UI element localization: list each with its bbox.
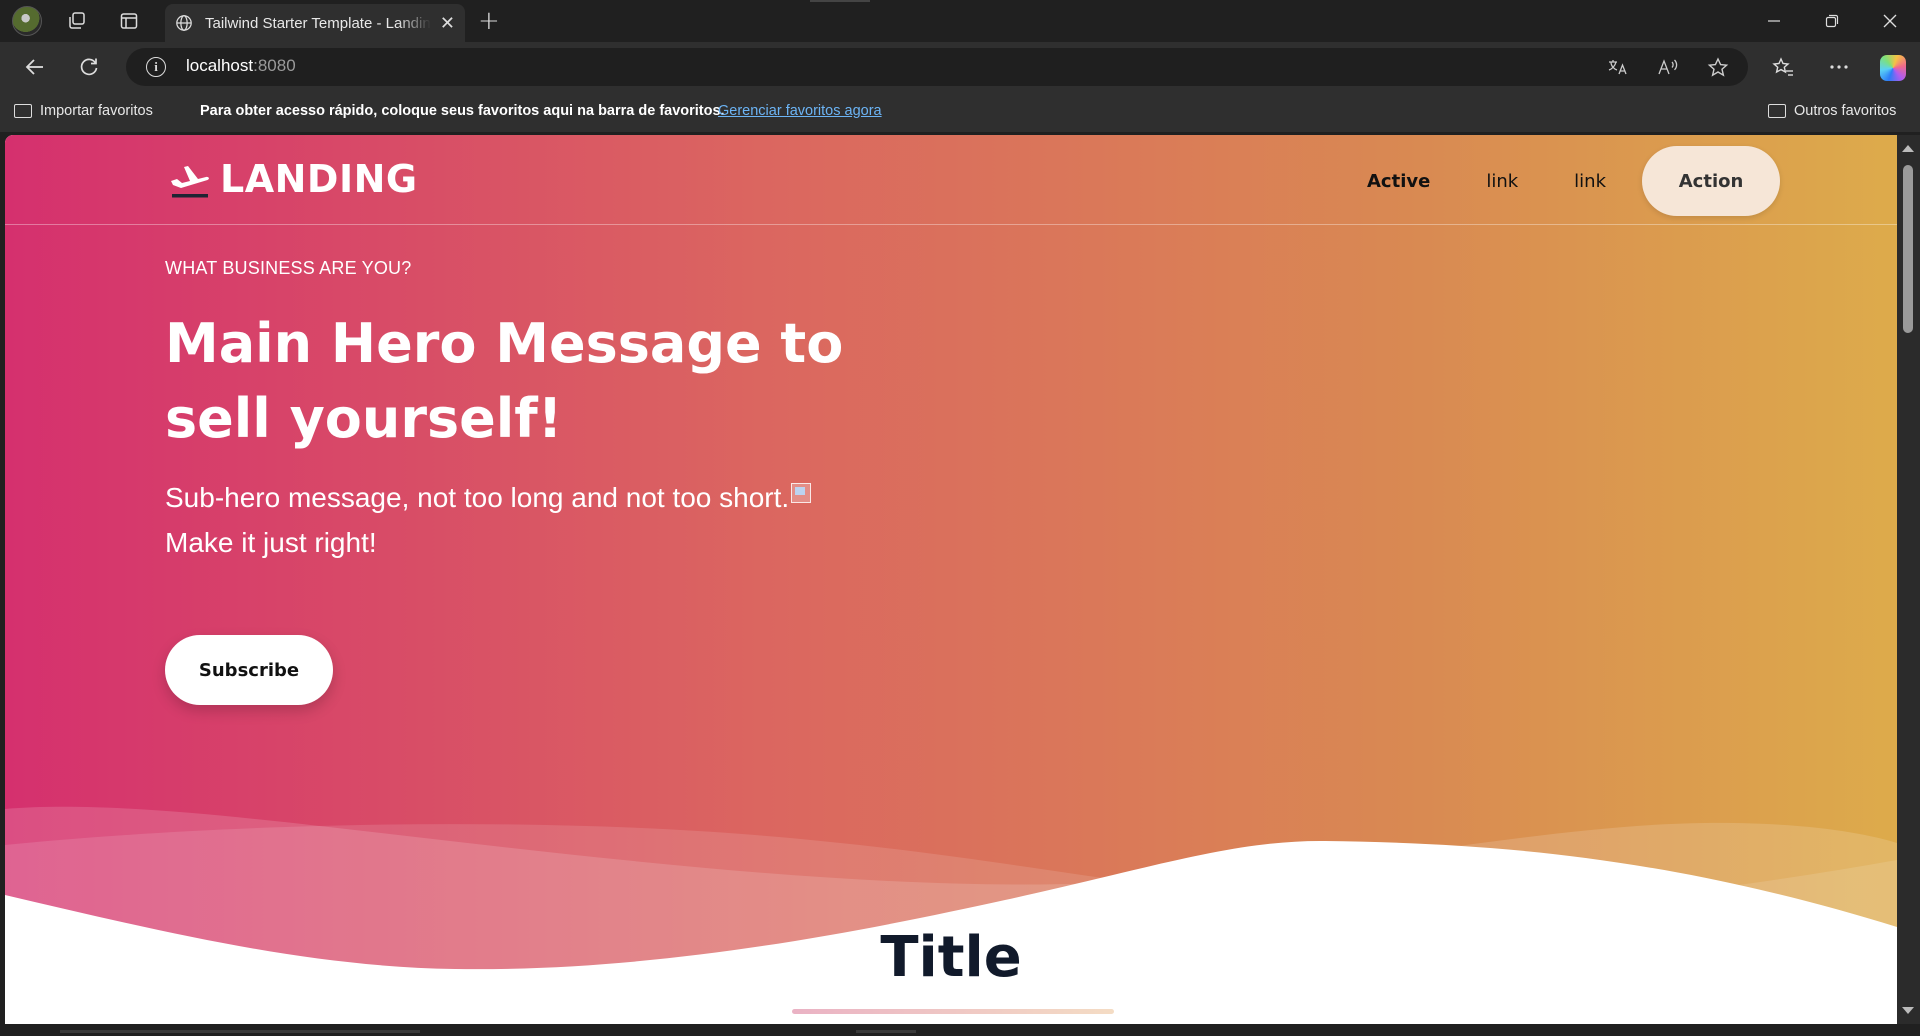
hero-eyebrow: WHAT BUSINESS ARE YOU? — [165, 258, 412, 278]
nav-links: Active link link Action — [1339, 146, 1781, 216]
import-favorites-button[interactable]: Importar favoritos — [14, 103, 153, 119]
nav-link-1[interactable]: link — [1458, 171, 1546, 192]
title-underline — [792, 1009, 1114, 1014]
read-aloud-icon[interactable] — [1656, 56, 1680, 78]
new-tab-button[interactable]: + — [478, 6, 500, 36]
workspaces-icon[interactable] — [64, 8, 90, 34]
import-icon — [14, 104, 32, 118]
address-bar[interactable]: i localhost:8080 — [126, 48, 1748, 86]
airplane-icon — [171, 166, 209, 198]
back-arrow-icon[interactable] — [20, 52, 50, 82]
active-tab[interactable]: Tailwind Starter Template - Landing Page… — [165, 4, 465, 42]
globe-icon — [176, 15, 192, 31]
action-button[interactable]: Action — [1642, 146, 1781, 216]
page-viewport: LANDING Active link link Action WHAT BUS… — [5, 135, 1897, 1024]
taskbar-segment — [856, 1030, 916, 1033]
more-menu-icon[interactable] — [1824, 52, 1854, 82]
favorites-hint-text: Para obter acesso rápido, coloque seus f… — [200, 103, 725, 119]
nav-link-2[interactable]: link — [1546, 171, 1634, 192]
favorites-bar: Importar favoritos Para obter acesso ráp… — [0, 92, 1920, 132]
address-toolbar: i localhost:8080 — [0, 42, 1920, 92]
close-tab-icon[interactable]: ✕ — [440, 13, 455, 34]
scrollbar-thumb[interactable] — [1903, 165, 1913, 333]
tab-strip: Tailwind Starter Template - Landing Page… — [0, 0, 1920, 42]
section-title: Title — [880, 925, 1022, 990]
taskbar-segment — [60, 1030, 420, 1033]
vertical-tabs-icon[interactable] — [116, 8, 142, 34]
hero-headline: Main Hero Message to sell yourself! — [165, 312, 844, 450]
hero-section: LANDING Active link link Action WHAT BUS… — [5, 135, 1897, 1024]
brand-logo[interactable]: LANDING — [168, 157, 418, 201]
tab-title: Tailwind Starter Template - Landing Page — [205, 14, 431, 32]
scroll-down-arrow-icon[interactable] — [1902, 1007, 1914, 1014]
hero-subtitle: Sub-hero message, not too long and not t… — [165, 475, 885, 565]
subscribe-button[interactable]: Subscribe — [165, 635, 333, 705]
manage-favorites-link[interactable]: Gerenciar favoritos agora — [718, 103, 882, 119]
vertical-scrollbar[interactable] — [1897, 135, 1920, 1024]
nav-link-active[interactable]: Active — [1339, 171, 1458, 192]
site-info-icon[interactable]: i — [146, 57, 166, 77]
broken-image-icon — [791, 483, 812, 503]
url-text[interactable]: localhost:8080 — [186, 56, 296, 76]
favorites-icon[interactable] — [1768, 52, 1798, 82]
scroll-up-arrow-icon[interactable] — [1902, 145, 1914, 152]
favorite-star-icon[interactable] — [1706, 56, 1730, 78]
folder-icon — [1768, 104, 1786, 118]
top-navigation: LANDING Active link link Action — [5, 135, 1897, 225]
profile-avatar[interactable] — [12, 6, 42, 36]
brand-name: LANDING — [220, 157, 418, 201]
translate-icon[interactable] — [1606, 56, 1630, 78]
drag-indicator — [810, 0, 870, 2]
window-bottom-edge — [0, 1024, 1920, 1036]
minimize-icon[interactable] — [1746, 0, 1802, 42]
restore-icon[interactable] — [1804, 0, 1860, 42]
copilot-icon[interactable] — [1880, 55, 1906, 81]
close-window-icon[interactable] — [1862, 0, 1918, 42]
other-favorites-button[interactable]: Outros favoritos — [1768, 103, 1896, 119]
refresh-icon[interactable] — [74, 52, 104, 82]
